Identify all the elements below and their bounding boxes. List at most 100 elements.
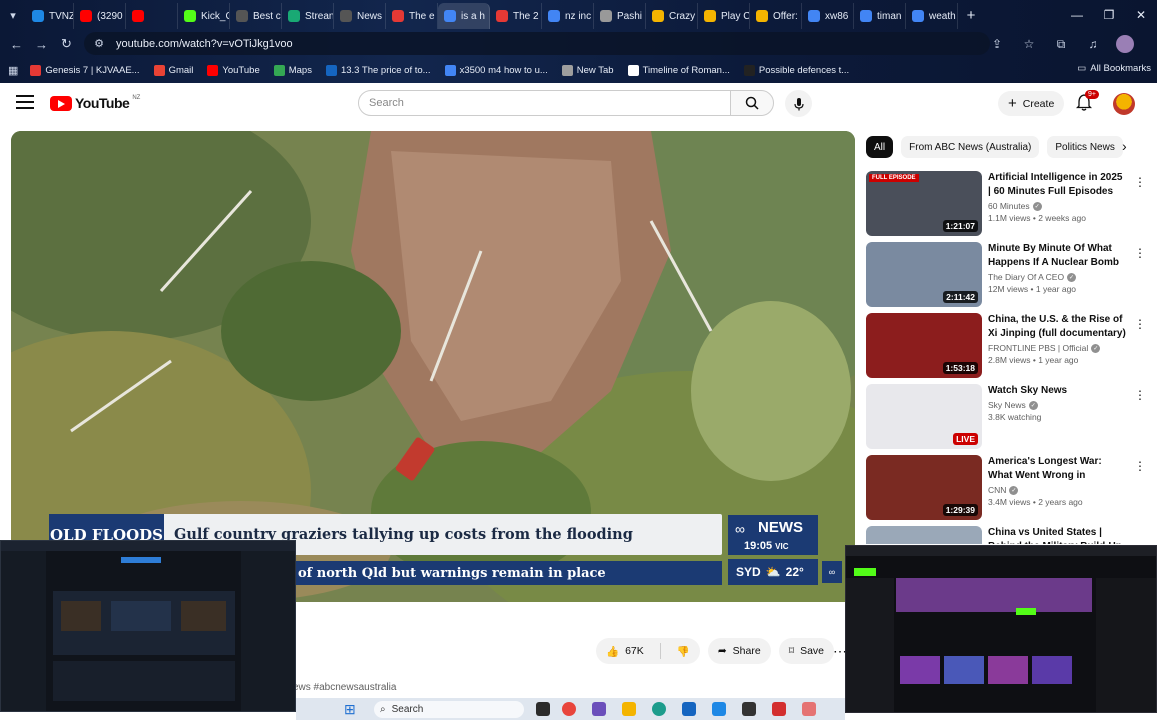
address-bar[interactable]: ⚙ youtube.com/watch?v=vOTiJkg1voo <box>84 32 990 55</box>
channel-name[interactable]: CNN <box>988 485 1006 495</box>
browser-tab[interactable]: (3290 <box>74 3 126 29</box>
more-options-icon[interactable]: ⋮ <box>1134 246 1146 260</box>
account-avatar[interactable] <box>1113 93 1135 115</box>
browser-tab[interactable]: The e <box>386 3 438 29</box>
browser-tab[interactable]: is a h <box>438 3 490 29</box>
folder-icon[interactable] <box>622 702 636 716</box>
more-options-icon[interactable]: ⋮ <box>1134 388 1146 402</box>
browser-tab[interactable]: Crazy <box>646 3 698 29</box>
menu-icon[interactable] <box>16 95 34 109</box>
recommended-video[interactable]: LIVE Watch Sky News Sky News ✓ 3.8K watching… <box>866 384 1151 450</box>
filter-chip[interactable]: All <box>866 136 894 158</box>
search-input[interactable]: Search <box>358 90 731 116</box>
bookmark-item[interactable]: x3500 m4 how to u... <box>444 64 548 76</box>
video-title[interactable]: China, the U.S. & the Rise of Xi Jinping… <box>988 313 1128 341</box>
like-button[interactable]: 👍 67K <box>596 638 654 664</box>
browser-tab[interactable] <box>126 3 178 29</box>
install-icon[interactable]: ⇪ <box>987 34 1007 54</box>
filter-chip[interactable]: Politics News <box>1047 136 1123 158</box>
channel-name[interactable]: FRONTLINE PBS | Official <box>988 343 1088 353</box>
youtube-logo[interactable]: YouTube NZ <box>50 95 140 111</box>
video-thumbnail[interactable] <box>866 526 982 544</box>
bookmark-item[interactable]: Genesis 7 | KJVAAE... <box>30 64 140 76</box>
dislike-button[interactable]: 👎 <box>667 638 700 664</box>
windows-start-icon[interactable]: ⊞ <box>344 701 356 718</box>
browser-tab[interactable]: Pashi <box>594 3 646 29</box>
video-thumbnail[interactable]: 1:29:39 <box>866 455 982 520</box>
video-title[interactable]: Artificial Intelligence in 2025 | 60 Min… <box>988 171 1128 199</box>
browser-tab[interactable]: News <box>334 3 386 29</box>
share-button[interactable]: ➦ Share <box>707 638 771 664</box>
minimize-icon[interactable]: — <box>1061 0 1093 30</box>
bookmark-item[interactable]: Maps <box>273 64 312 76</box>
tab-search-icon[interactable]: ▾ <box>0 0 26 30</box>
browser-tab[interactable]: Offer: <box>750 3 802 29</box>
video-title[interactable]: America's Longest War: What Went Wrong i… <box>988 455 1128 483</box>
browser-tab[interactable]: weath <box>906 3 958 29</box>
forward-icon[interactable]: → <box>29 32 54 56</box>
reload-icon[interactable]: ↻ <box>54 32 79 56</box>
mail-icon[interactable] <box>712 702 726 716</box>
notifications-button[interactable]: 9+ <box>1075 90 1099 112</box>
channel-name[interactable]: The Diary Of A CEO <box>988 272 1064 282</box>
new-tab-button[interactable]: + <box>958 7 984 24</box>
overlay-window-left[interactable] <box>0 540 296 712</box>
bookmark-item[interactable]: Timeline of Roman... <box>627 64 730 76</box>
browser-tab[interactable]: xw86 <box>802 3 854 29</box>
video-thumbnail[interactable]: 2:11:42 <box>866 242 982 307</box>
bookmark-item[interactable]: YouTube <box>207 64 260 76</box>
description-hashtag[interactable]: ews #abcnewsaustralia <box>293 682 396 693</box>
photos-icon[interactable] <box>742 702 756 716</box>
channel-name[interactable]: Sky News <box>988 400 1026 410</box>
apps-icon[interactable]: ▦ <box>8 64 18 77</box>
search-button[interactable] <box>730 90 774 116</box>
close-window-icon[interactable]: ✕ <box>1125 0 1157 30</box>
profile-avatar[interactable] <box>1115 34 1135 54</box>
recommended-video[interactable]: China vs United States | Behind the Mili… <box>866 526 1151 544</box>
recommended-video[interactable]: FULL EPISODE 1:21:07 Artificial Intelligen… <box>866 171 1151 237</box>
recommended-video[interactable]: 1:53:18 China, the U.S. & the Rise of Xi … <box>866 313 1151 379</box>
chrome-icon[interactable] <box>562 702 576 716</box>
overlay-window-right[interactable] <box>845 545 1157 713</box>
create-button[interactable]: + Create <box>998 91 1065 116</box>
filter-chip[interactable]: From ABC News (Australia) <box>901 136 1040 158</box>
app-icon[interactable] <box>592 702 606 716</box>
video-title[interactable]: Minute By Minute Of What Happens If A Nu… <box>988 242 1128 270</box>
video-thumbnail[interactable]: LIVE <box>866 384 982 449</box>
channel-name[interactable]: 60 Minutes <box>988 201 1030 211</box>
more-options-icon[interactable]: ⋮ <box>1134 459 1146 473</box>
media-icon[interactable]: ♫ <box>1083 34 1103 54</box>
voice-search-button[interactable] <box>785 90 812 117</box>
bookmark-item[interactable]: New Tab <box>561 64 614 76</box>
more-options-icon[interactable]: ⋮ <box>1134 175 1146 189</box>
browser-tab[interactable]: Best c <box>230 3 282 29</box>
browser-tab[interactable]: TVNZ <box>26 3 74 29</box>
app-icon-2[interactable] <box>772 702 786 716</box>
video-title[interactable]: China vs United States | Behind the Mili… <box>988 526 1128 544</box>
browser-tab[interactable]: The 2 <box>490 3 542 29</box>
browser-tab[interactable]: Strean <box>282 3 334 29</box>
outlook-icon[interactable] <box>682 702 696 716</box>
bookmark-item[interactable]: Possible defences t... <box>743 64 849 76</box>
bookmark-star-icon[interactable]: ☆ <box>1019 34 1039 54</box>
app-icon-3[interactable] <box>802 702 816 716</box>
browser-tab[interactable]: Kick_C <box>178 3 230 29</box>
save-button[interactable]: ⌑ Save <box>778 638 835 664</box>
extensions-icon[interactable]: ⧉ <box>1051 34 1071 54</box>
video-title[interactable]: Watch Sky News <box>988 384 1128 398</box>
back-icon[interactable]: ← <box>4 32 29 56</box>
file-explorer-icon[interactable] <box>536 702 550 716</box>
browser-tab[interactable]: Play C <box>698 3 750 29</box>
bookmark-item[interactable]: Gmail <box>153 64 193 76</box>
chevron-right-icon[interactable]: › <box>1122 138 1127 154</box>
maximize-icon[interactable]: ❐ <box>1093 0 1125 30</box>
more-options-icon[interactable]: ⋮ <box>1134 317 1146 331</box>
browser-tab[interactable]: timan <box>854 3 906 29</box>
bookmark-item[interactable]: 13.3 The price of to... <box>325 64 431 76</box>
recommended-video[interactable]: 2:11:42 Minute By Minute Of What Happens … <box>866 242 1151 308</box>
video-thumbnail[interactable]: 1:53:18 <box>866 313 982 378</box>
site-info-icon[interactable]: ⚙ <box>92 37 106 51</box>
taskbar-search[interactable]: ⌕ Search <box>374 701 524 718</box>
edge-icon[interactable] <box>652 702 666 716</box>
video-thumbnail[interactable]: FULL EPISODE 1:21:07 <box>866 171 982 236</box>
